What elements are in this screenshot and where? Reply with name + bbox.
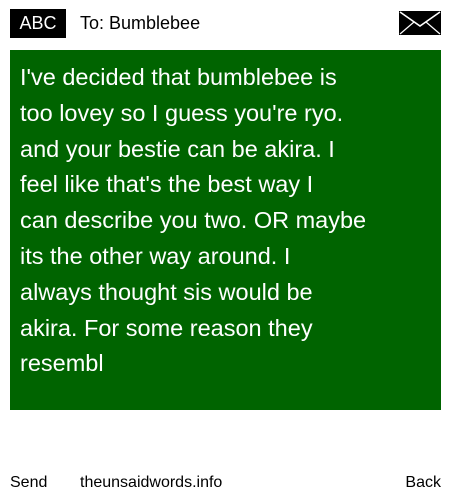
message-line-4: feel like that's the best way I [20,171,314,198]
message-line-7: always thought sis would be [20,278,313,305]
back-button[interactable]: Back [405,472,441,494]
message-line-2: too lovey so I guess you're ryo. [20,99,344,126]
envelope-icon[interactable] [399,11,441,35]
message-line-9: resembl [20,350,104,377]
recipient-label: To: Bumblebee [80,13,201,33]
message-header: ABC To: Bumblebee [0,0,450,46]
message-line-8: akira. For some reason they [20,314,313,341]
message-line-1: I've decided that bumblebee is [20,64,337,90]
message-body[interactable]: I've decided that bumblebee is too lovey… [10,50,441,410]
send-button[interactable]: Send [10,472,47,494]
message-line-6: its the other way around. I [20,242,291,269]
message-line-3: and your bestie can be akira. I [20,135,335,162]
message-line-5: can describe you two. OR maybe [20,207,367,234]
input-mode-badge[interactable]: ABC [10,9,66,38]
softkey-bar: Send theunsaidwords.info Back [0,472,450,498]
site-link[interactable]: theunsaidwords.info [80,472,222,494]
